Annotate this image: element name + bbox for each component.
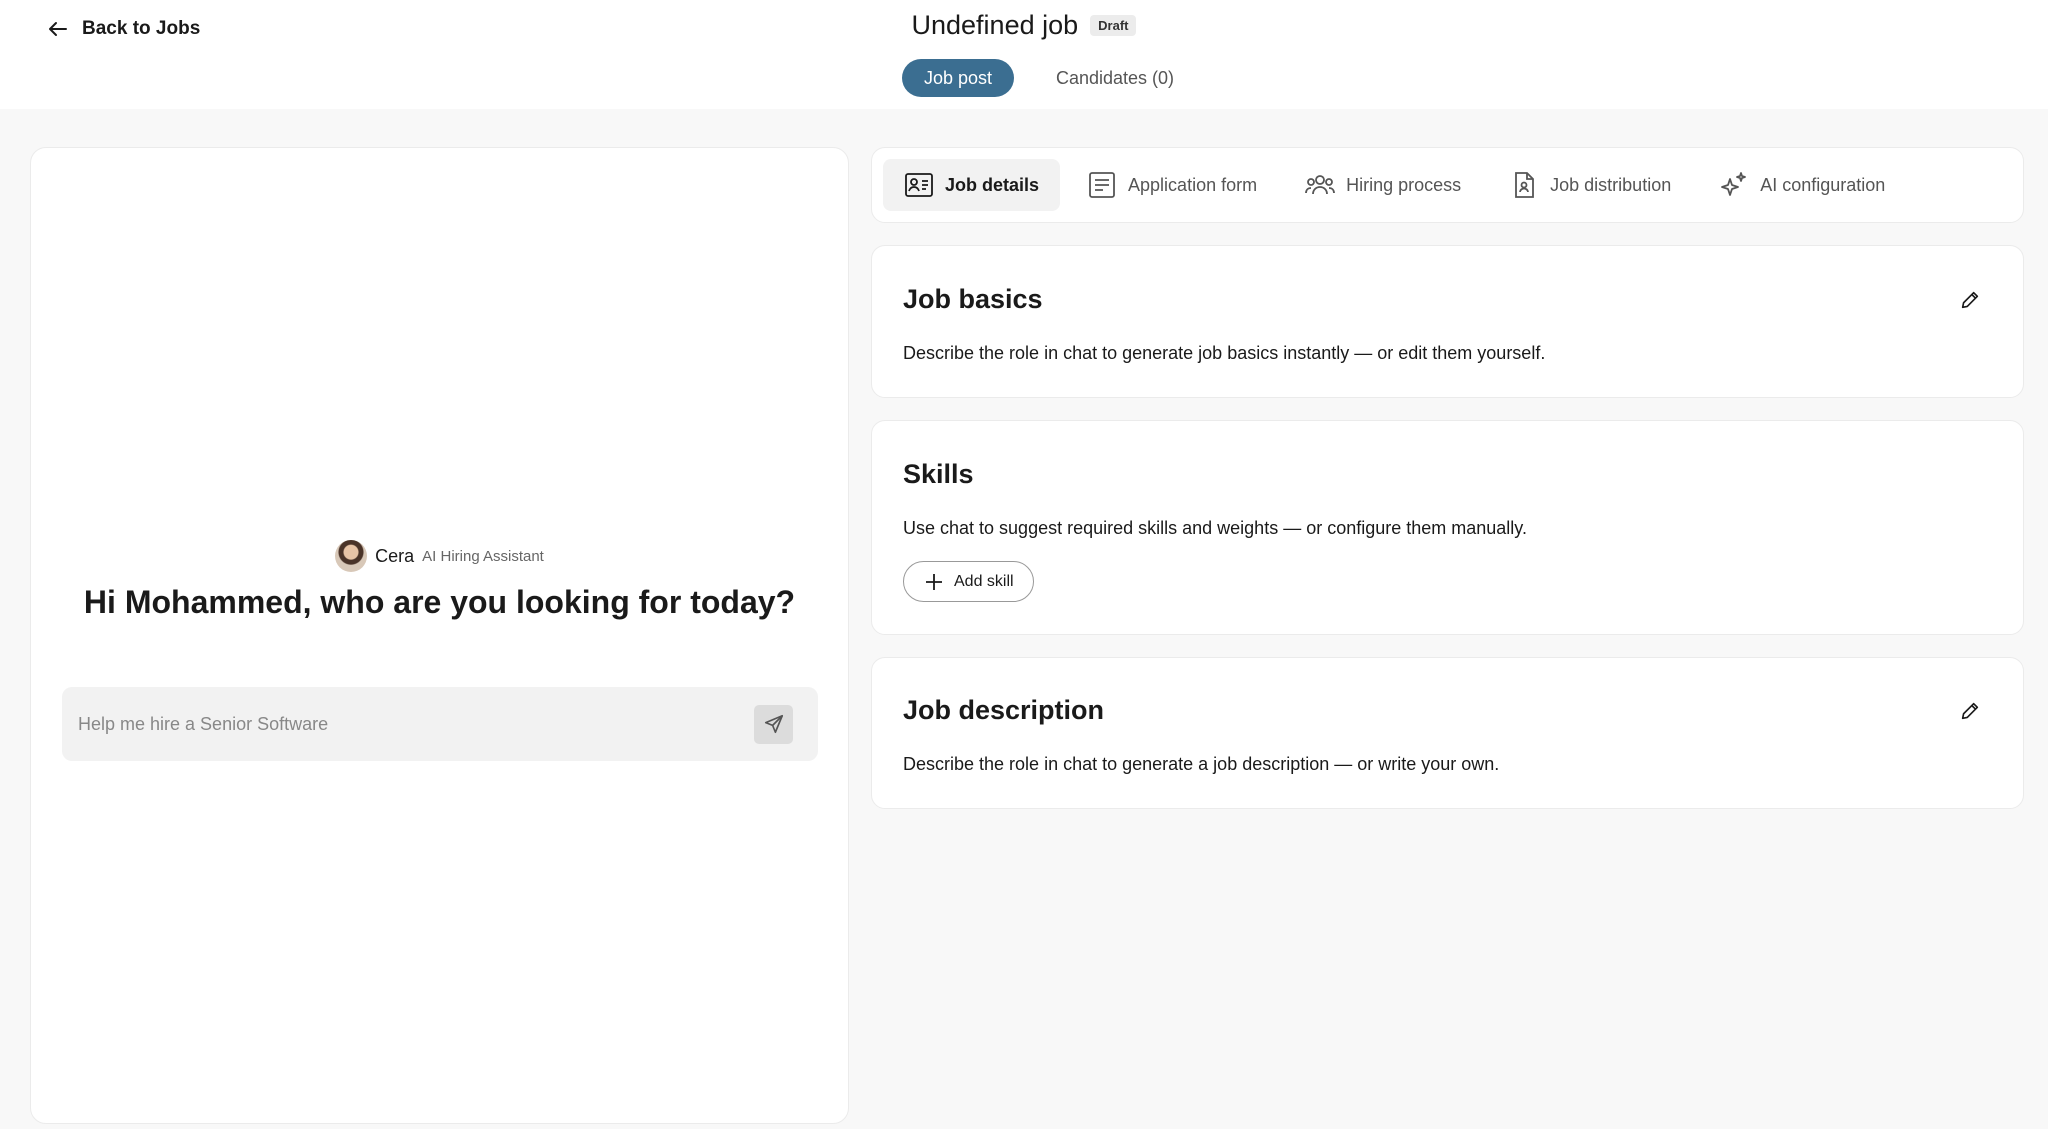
greeting-heading: Hi Mohammed, who are you looking for tod… bbox=[83, 584, 796, 620]
tab-label: Job distribution bbox=[1550, 174, 1672, 195]
page-title: Undefined job bbox=[911, 10, 1079, 40]
section-tabs: Job details Application form Hiring proc… bbox=[871, 147, 2024, 223]
avatar bbox=[335, 540, 368, 572]
job-description-card: Job description Describe the role in cha… bbox=[871, 657, 2024, 809]
tab-label: AI configuration bbox=[1760, 174, 1886, 195]
chat-panel: Cera AI Hiring Assistant Hi Mohammed, wh… bbox=[30, 147, 849, 1124]
pencil-icon[interactable] bbox=[1959, 289, 1981, 311]
card-title: Skills bbox=[903, 459, 974, 489]
people-icon bbox=[1305, 175, 1335, 195]
send-icon bbox=[764, 714, 783, 734]
main-tabs: Job post Candidates (0) bbox=[0, 59, 2048, 97]
tab-job-distribution[interactable]: Job distribution bbox=[1488, 159, 1692, 211]
tab-application-form[interactable]: Application form bbox=[1066, 159, 1278, 211]
job-basics-card: Job basics Describe the role in chat to … bbox=[871, 245, 2024, 398]
top-bar: Back to Jobs Undefined job Draft Job pos… bbox=[0, 0, 2048, 109]
tab-label: Hiring process bbox=[1346, 174, 1462, 195]
chat-input-box bbox=[62, 687, 818, 761]
job-title-group: Undefined job Draft bbox=[0, 10, 2048, 41]
skills-card: Skills Use chat to suggest required skil… bbox=[871, 420, 2024, 635]
pencil-icon[interactable] bbox=[1959, 700, 1981, 722]
tab-label: Job details bbox=[945, 174, 1040, 195]
id-card-icon bbox=[905, 173, 933, 197]
tab-hiring-process[interactable]: Hiring process bbox=[1284, 159, 1482, 211]
card-description: Describe the role in chat to generate jo… bbox=[903, 343, 1546, 363]
assistant-identity: Cera AI Hiring Assistant bbox=[31, 540, 848, 572]
assistant-role: AI Hiring Assistant bbox=[422, 547, 544, 565]
tab-ai-configuration[interactable]: AI configuration bbox=[1698, 159, 1906, 211]
plus-icon bbox=[926, 573, 942, 590]
document-person-icon bbox=[1515, 172, 1535, 198]
card-title: Job description bbox=[903, 695, 1105, 725]
tab-job-details[interactable]: Job details bbox=[883, 159, 1061, 211]
send-button[interactable] bbox=[754, 704, 793, 744]
sparkle-icon bbox=[1721, 172, 1747, 196]
card-description: Describe the role in chat to generate a … bbox=[903, 754, 1500, 774]
form-icon bbox=[1089, 172, 1115, 198]
tab-candidates[interactable]: Candidates (0) bbox=[1034, 59, 1196, 97]
card-title: Job basics bbox=[903, 284, 1043, 314]
add-skill-button[interactable]: Add skill bbox=[903, 561, 1034, 602]
tab-job-post[interactable]: Job post bbox=[901, 59, 1014, 97]
status-badge: Draft bbox=[1090, 15, 1137, 36]
add-skill-label: Add skill bbox=[954, 572, 1014, 590]
assistant-name: Cera bbox=[375, 545, 415, 566]
tab-label: Application form bbox=[1128, 174, 1258, 195]
card-description: Use chat to suggest required skills and … bbox=[903, 518, 1527, 538]
chat-input[interactable] bbox=[78, 713, 754, 735]
